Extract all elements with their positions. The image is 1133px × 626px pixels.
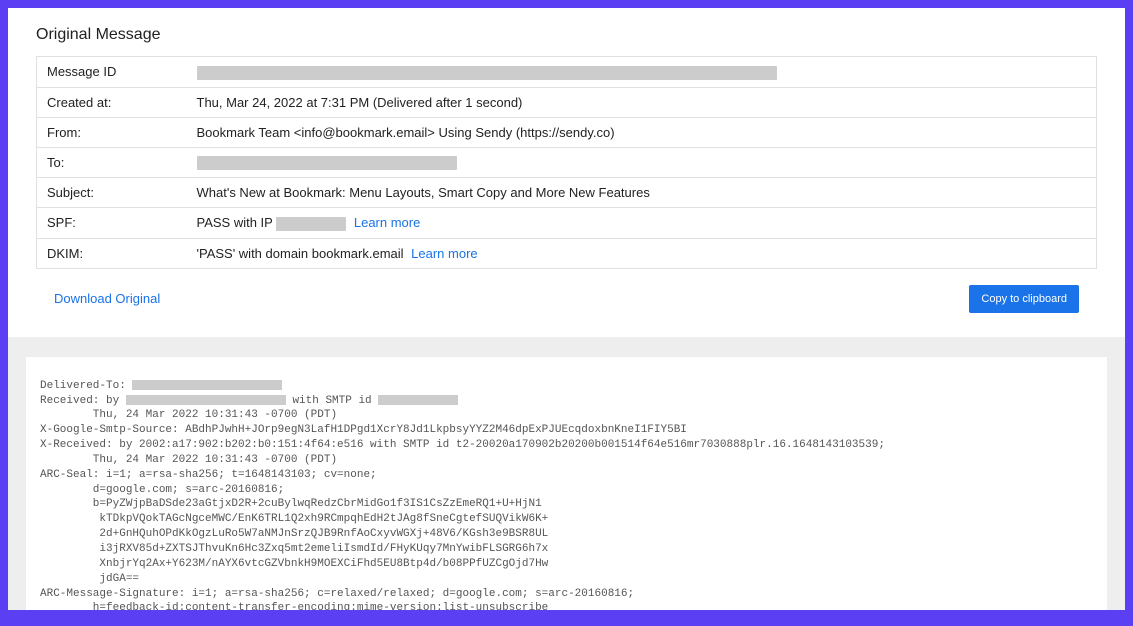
redacted-spf-ip <box>276 217 346 231</box>
value-subject: What's New at Bookmark: Menu Layouts, Sm… <box>187 178 1097 208</box>
raw-message-source: Delivered-To: Received: by with SMTP id … <box>26 357 1107 610</box>
page-title: Original Message <box>36 26 1097 44</box>
copy-to-clipboard-button[interactable]: Copy to clipboard <box>969 285 1079 313</box>
label-from: From: <box>37 117 187 147</box>
redacted-to <box>197 156 457 170</box>
label-to: To: <box>37 147 187 178</box>
spf-learn-more-link[interactable]: Learn more <box>354 215 420 230</box>
row-message-id: Message ID <box>37 57 1097 88</box>
label-created-at: Created at: <box>37 87 187 117</box>
value-spf-prefix: PASS with IP <box>197 215 277 230</box>
redacted-message-id <box>197 66 777 80</box>
value-from: Bookmark Team <info@bookmark.email> Usin… <box>187 117 1097 147</box>
redacted-received-by <box>126 395 286 405</box>
headers-table: Message ID Created at: Thu, Mar 24, 2022… <box>36 56 1097 269</box>
value-created-at: Thu, Mar 24, 2022 at 7:31 PM (Delivered … <box>187 87 1097 117</box>
label-message-id: Message ID <box>37 57 187 88</box>
label-subject: Subject: <box>37 178 187 208</box>
row-dkim: DKIM: 'PASS' with domain bookmark.email … <box>37 238 1097 268</box>
row-from: From: Bookmark Team <info@bookmark.email… <box>37 117 1097 147</box>
value-dkim: 'PASS' with domain bookmark.email <box>197 246 404 261</box>
download-original-link[interactable]: Download Original <box>54 291 160 306</box>
redacted-smtp-id <box>378 395 458 405</box>
label-spf: SPF: <box>37 208 187 239</box>
redacted-delivered-to <box>132 380 282 390</box>
row-subject: Subject: What's New at Bookmark: Menu La… <box>37 178 1097 208</box>
row-spf: SPF: PASS with IP Learn more <box>37 208 1097 239</box>
label-dkim: DKIM: <box>37 238 187 268</box>
dkim-learn-more-link[interactable]: Learn more <box>411 246 477 261</box>
row-created-at: Created at: Thu, Mar 24, 2022 at 7:31 PM… <box>37 87 1097 117</box>
row-to: To: <box>37 147 1097 178</box>
